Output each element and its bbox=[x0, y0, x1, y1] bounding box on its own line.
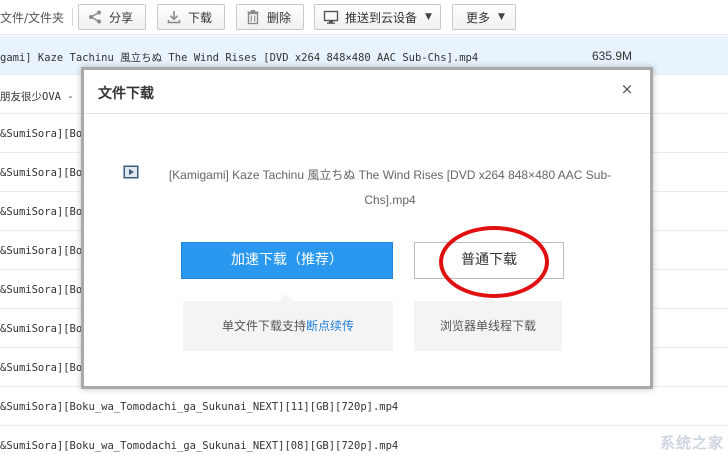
breadcrumb[interactable]: 文件/文件夹 bbox=[0, 9, 64, 26]
file-name: &SumiSora][Boku_wa_Tomodachi_ga_Sukunai_… bbox=[0, 440, 399, 452]
watermark-text: 系统之家 bbox=[659, 434, 724, 452]
file-name: 朋友很少OVA - bbox=[0, 91, 74, 103]
dialog-title: 文件下载 bbox=[98, 86, 154, 102]
download-icon bbox=[166, 9, 182, 25]
push-to-cloud-label: 推送到云设备 bbox=[345, 10, 418, 25]
chevron-down-icon: ▼ bbox=[425, 12, 432, 22]
toolbar: 文件/文件夹 分享 下载 删除 推送到云设备 ▼ 更多 ▼ bbox=[0, 0, 728, 35]
file-name: &SumiSora][Bo bbox=[0, 128, 83, 140]
more-button[interactable]: 更多 ▼ bbox=[452, 4, 516, 30]
file-size: 635.9M bbox=[592, 49, 633, 63]
video-file-icon bbox=[123, 164, 139, 180]
normal-download-tip: 浏览器单线程下载 bbox=[414, 294, 562, 351]
resume-support-link[interactable]: 断点续传 bbox=[306, 319, 354, 333]
file-name: &SumiSora][Boku_wa_Tomodachi_ga_Sukunai_… bbox=[0, 401, 399, 413]
annotation-circle bbox=[439, 226, 549, 298]
dialog-file-name: [Kamigami] Kaze Tachinu 風立ちぬ The Wind Ri… bbox=[168, 168, 612, 207]
chevron-down-icon: ▼ bbox=[498, 12, 505, 22]
file-download-dialog: 文件下载 × [Kamigami] Kaze Tachinu 風立ちぬ The … bbox=[81, 67, 653, 389]
share-button[interactable]: 分享 bbox=[78, 4, 146, 30]
delete-label: 删除 bbox=[267, 10, 292, 25]
watermark-logo: 系统之家 bbox=[660, 432, 724, 453]
file-name: &SumiSora][Bo bbox=[0, 323, 83, 335]
push-to-cloud-button[interactable]: 推送到云设备 ▼ bbox=[314, 4, 441, 30]
download-button[interactable]: 下载 bbox=[157, 4, 225, 30]
tip-text: 浏览器单线程下载 bbox=[439, 319, 536, 333]
share-icon bbox=[87, 9, 103, 25]
close-icon[interactable]: × bbox=[618, 80, 636, 98]
accelerated-download-tip: 单文件下载支持断点续传 bbox=[183, 294, 393, 351]
file-name: &SumiSora][Bo bbox=[0, 284, 83, 296]
dialog-divider bbox=[84, 113, 650, 114]
tip-text: 单文件下载支持 bbox=[221, 319, 306, 333]
trash-icon bbox=[245, 9, 261, 25]
delete-button[interactable]: 删除 bbox=[236, 4, 304, 30]
share-label: 分享 bbox=[109, 10, 134, 25]
cloud-push-icon bbox=[323, 9, 339, 25]
file-name: &SumiSora][Bo bbox=[0, 362, 83, 374]
toolbar-divider bbox=[72, 8, 73, 26]
tip-arrow bbox=[279, 294, 293, 301]
accelerated-download-button[interactable]: 加速下载（推荐） bbox=[181, 242, 393, 279]
more-label: 更多 bbox=[466, 10, 491, 25]
file-name: gami] Kaze Tachinu 風立ちぬ The Wind Rises [… bbox=[0, 52, 479, 64]
download-label: 下载 bbox=[188, 10, 213, 25]
list-item[interactable]: &SumiSora][Boku_wa_Tomodachi_ga_Sukunai_… bbox=[0, 387, 728, 426]
file-name: &SumiSora][Bo bbox=[0, 245, 83, 257]
list-item[interactable]: &SumiSora][Boku_wa_Tomodachi_ga_Sukunai_… bbox=[0, 426, 728, 455]
file-name: &SumiSora][Bo bbox=[0, 167, 83, 179]
file-name: &SumiSora][Bo bbox=[0, 206, 83, 218]
